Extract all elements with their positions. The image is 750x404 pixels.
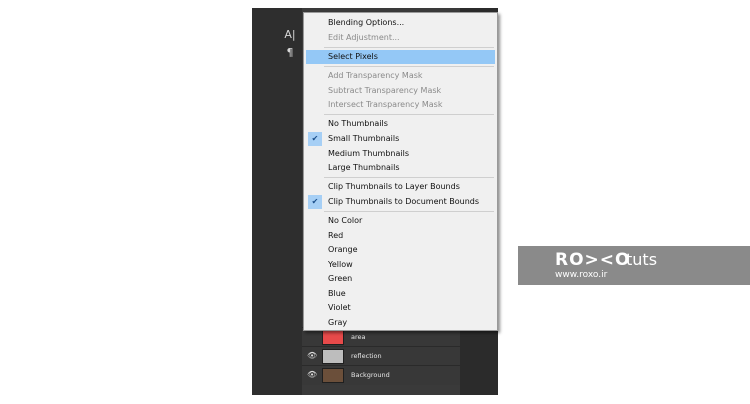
menu-item-label: Medium Thumbnails <box>328 149 410 158</box>
layer-row-reflection[interactable]: 👁 reflection <box>302 346 460 366</box>
menu-item-gray[interactable]: Gray <box>306 316 495 330</box>
menu-item-label: Clip Thumbnails to Document Bounds <box>328 197 480 206</box>
menu-item-blending-options[interactable]: Blending Options... <box>306 16 495 30</box>
menu-item-subtract-transparency-mask: Subtract Transparency Mask <box>306 84 495 98</box>
menu-item-green[interactable]: Green <box>306 272 495 286</box>
menu-item-blue[interactable]: Blue <box>306 287 495 301</box>
menu-separator <box>324 177 494 178</box>
layer-context-menu: Blending Options... Edit Adjustment... S… <box>303 12 498 331</box>
menu-separator <box>324 114 494 115</box>
character-panel-icon[interactable]: A| <box>283 28 297 42</box>
menu-item-label: Intersect Transparency Mask <box>328 100 443 109</box>
visibility-eye-icon[interactable]: 👁 <box>307 351 317 361</box>
menu-item-violet[interactable]: Violet <box>306 301 495 315</box>
layer-thumbnail <box>322 349 344 364</box>
layer-name: area <box>351 333 366 341</box>
visibility-eye-icon[interactable] <box>307 332 316 342</box>
menu-item-edit-adjustment: Edit Adjustment... <box>306 31 495 45</box>
menu-item-clip-layer-bounds[interactable]: Clip Thumbnails to Layer Bounds <box>306 180 495 194</box>
menu-item-label: Large Thumbnails <box>328 163 400 172</box>
menu-item-label: Red <box>328 231 344 240</box>
layer-thumbnail <box>322 330 344 345</box>
checkmark-icon: ✔ <box>308 195 322 209</box>
tools-column: A| ¶ <box>252 8 303 395</box>
checkmark-icon: ✔ <box>308 132 322 146</box>
menu-item-label: Yellow <box>328 260 353 269</box>
layer-name: reflection <box>351 352 382 360</box>
menu-item-label: Small Thumbnails <box>328 134 400 143</box>
menu-item-label: Gray <box>328 318 348 327</box>
menu-item-small-thumbnails[interactable]: ✔ Small Thumbnails <box>306 132 495 146</box>
menu-item-yellow[interactable]: Yellow <box>306 258 495 272</box>
menu-item-clip-document-bounds[interactable]: ✔ Clip Thumbnails to Document Bounds <box>306 195 495 209</box>
menu-item-label: Edit Adjustment... <box>328 33 400 42</box>
menu-separator <box>324 66 494 67</box>
menu-item-label: Select Pixels <box>328 52 378 61</box>
menu-item-medium-thumbnails[interactable]: Medium Thumbnails <box>306 147 495 161</box>
menu-item-label: Blue <box>328 289 346 298</box>
menu-item-label: Add Transparency Mask <box>328 71 423 80</box>
menu-item-select-pixels[interactable]: Select Pixels <box>306 50 495 64</box>
menu-separator <box>324 211 494 212</box>
menu-item-no-color[interactable]: No Color <box>306 214 495 228</box>
layer-thumbnail <box>322 368 344 383</box>
menu-item-intersect-transparency-mask: Intersect Transparency Mask <box>306 98 495 112</box>
menu-separator <box>324 47 494 48</box>
menu-item-label: Subtract Transparency Mask <box>328 86 442 95</box>
menu-item-label: Green <box>328 274 353 283</box>
brand-url: www.roxo.ir <box>555 270 608 280</box>
menu-item-red[interactable]: Red <box>306 229 495 243</box>
menu-item-label: No Thumbnails <box>328 119 388 128</box>
menu-item-large-thumbnails[interactable]: Large Thumbnails <box>306 161 495 175</box>
brand-logo: RO><O <box>555 250 631 270</box>
visibility-eye-icon[interactable]: 👁 <box>307 370 317 380</box>
menu-item-label: No Color <box>328 216 363 225</box>
roxo-tuts-watermark: RO><O tuts www.roxo.ir <box>518 246 750 285</box>
menu-item-label: Clip Thumbnails to Layer Bounds <box>328 182 460 191</box>
menu-item-orange[interactable]: Orange <box>306 243 495 257</box>
menu-item-label: Blending Options... <box>328 18 405 27</box>
menu-item-label: Violet <box>328 303 351 312</box>
paragraph-panel-icon[interactable]: ¶ <box>283 46 297 60</box>
menu-item-no-thumbnails[interactable]: No Thumbnails <box>306 117 495 131</box>
menu-item-add-transparency-mask: Add Transparency Mask <box>306 69 495 83</box>
layer-row-background[interactable]: 👁 Background <box>302 365 460 385</box>
menu-item-label: Orange <box>328 245 358 254</box>
layer-name: Background <box>351 371 390 379</box>
brand-suffix: tuts <box>626 250 658 269</box>
